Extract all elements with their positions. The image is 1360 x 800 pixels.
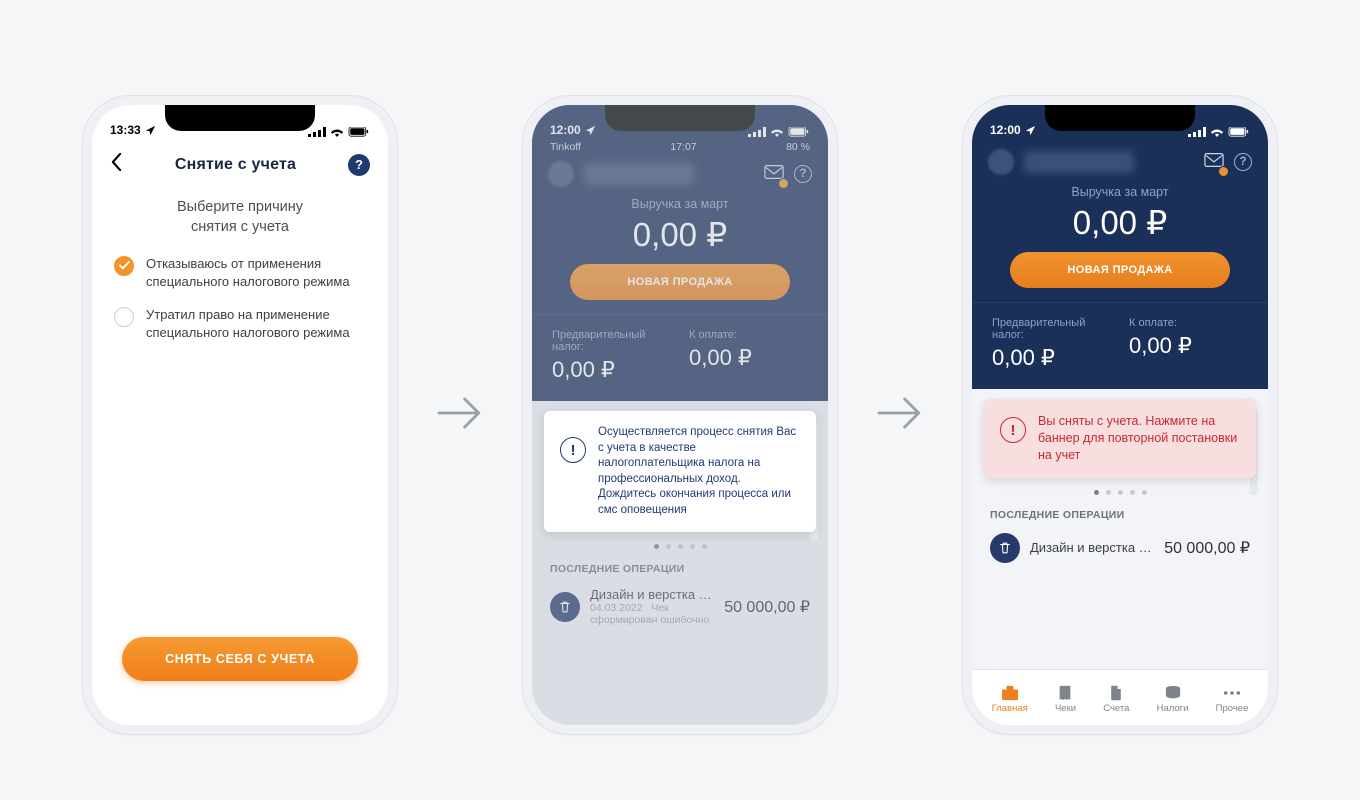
more-icon bbox=[1223, 685, 1241, 701]
battery-icon bbox=[348, 127, 370, 137]
pagination-dots[interactable] bbox=[984, 478, 1256, 503]
signal-icon bbox=[308, 127, 326, 137]
revenue-label: Выручка за март bbox=[532, 191, 828, 211]
tax-due-label: К оплате: bbox=[689, 329, 808, 341]
flow-arrow-icon bbox=[872, 385, 928, 446]
location-icon bbox=[1025, 125, 1036, 136]
recent-operations-title: ПОСЛЕДНИЕ ОПЕРАЦИИ bbox=[544, 557, 816, 583]
revenue-amount: 0,00 ₽ bbox=[972, 199, 1268, 252]
help-icon[interactable]: ? bbox=[794, 165, 812, 183]
mail-icon[interactable] bbox=[764, 164, 784, 185]
option-label: Утратил право на применение специального… bbox=[146, 306, 366, 341]
tab-receipts[interactable]: Чеки bbox=[1055, 685, 1076, 714]
signal-icon bbox=[748, 127, 766, 137]
battery-icon bbox=[788, 127, 810, 137]
tax-due-label: К оплате: bbox=[1129, 317, 1248, 329]
tax-prelim-label: Предварительный налог: bbox=[992, 317, 1111, 341]
phone-notch bbox=[165, 105, 315, 131]
banner-text: Осуществляется процесс снятия Вас с учет… bbox=[598, 425, 800, 518]
briefcase-icon bbox=[1001, 685, 1019, 701]
phone-frame-3: 12:00 bbox=[962, 95, 1278, 735]
wifi-icon bbox=[330, 127, 344, 137]
help-icon[interactable]: ? bbox=[1234, 153, 1252, 171]
operation-name: Дизайн и верстка сайт… bbox=[590, 587, 714, 602]
radio-icon bbox=[114, 256, 134, 276]
new-sale-button[interactable]: НОВАЯ ПРОДАЖА bbox=[570, 264, 790, 300]
banner-text: Вы сняты с учета. Нажмите на баннер для … bbox=[1038, 413, 1240, 464]
wifi-icon bbox=[1210, 127, 1224, 137]
submit-deregister-button[interactable]: СНЯТЬ СЕБЯ С УЧЕТА bbox=[122, 637, 358, 681]
tax-prelim-value: 0,00 ₽ bbox=[992, 345, 1111, 371]
flow-arrow-icon bbox=[432, 385, 488, 446]
revenue-label: Выручка за март bbox=[972, 179, 1268, 199]
operation-name: Дизайн и верстка сайт… bbox=[1030, 540, 1154, 555]
operation-amount: 50 000,00 ₽ bbox=[1164, 538, 1250, 558]
battery-icon bbox=[1228, 127, 1250, 137]
help-button[interactable]: ? bbox=[348, 154, 370, 176]
info-banner-processing[interactable]: ! Осуществляется процесс снятия Вас с уч… bbox=[544, 411, 816, 532]
tax-prelim-value: 0,00 ₽ bbox=[552, 357, 671, 383]
location-icon bbox=[585, 125, 596, 136]
phone-frame-2: 12:00 Tinkoff 17:07 80 % bbox=[522, 95, 838, 735]
user-name-blurred bbox=[584, 163, 694, 185]
status-time: 13:33 bbox=[110, 123, 141, 137]
tax-due-value: 0,00 ₽ bbox=[689, 345, 808, 371]
tab-taxes[interactable]: Налоги bbox=[1157, 685, 1189, 714]
status-time: 12:00 bbox=[990, 123, 1021, 137]
operation-amount: 50 000,00 ₽ bbox=[724, 597, 810, 617]
option-label: Отказываюсь от применения специального н… bbox=[146, 255, 366, 290]
status-time: 12:00 bbox=[550, 123, 581, 137]
radio-icon bbox=[114, 307, 134, 327]
carrier-bar: Tinkoff 17:07 80 % bbox=[532, 139, 828, 153]
phone-notch bbox=[1045, 105, 1195, 131]
avatar[interactable] bbox=[988, 149, 1014, 175]
coins-icon bbox=[1164, 685, 1182, 701]
trash-icon bbox=[550, 592, 580, 622]
tab-bar: Главная Чеки Счета Налоги Прочее bbox=[972, 669, 1268, 725]
alert-icon: ! bbox=[1000, 417, 1026, 443]
revenue-amount: 0,00 ₽ bbox=[532, 211, 828, 264]
page-title: Снятие с учета bbox=[175, 156, 296, 174]
avatar[interactable] bbox=[548, 161, 574, 187]
notification-badge bbox=[1218, 166, 1229, 177]
phone-frame-1: 13:33 Снятие с учета ? Выберите причину … bbox=[82, 95, 398, 735]
signal-icon bbox=[1188, 127, 1206, 137]
reason-option-1[interactable]: Отказываюсь от применения специального н… bbox=[114, 255, 366, 290]
tab-invoices[interactable]: Счета bbox=[1103, 685, 1129, 714]
info-icon: ! bbox=[560, 437, 586, 463]
operation-row[interactable]: Дизайн и верстка сайт… 04.03.2022 Чек сф… bbox=[544, 583, 816, 630]
notification-badge bbox=[778, 178, 789, 189]
phone-notch bbox=[605, 105, 755, 131]
recent-operations-title: ПОСЛЕДНИЕ ОПЕРАЦИИ bbox=[984, 503, 1256, 529]
mail-icon[interactable] bbox=[1204, 152, 1224, 173]
tax-prelim-label: Предварительный налог: bbox=[552, 329, 671, 353]
pagination-dots[interactable] bbox=[544, 532, 816, 557]
trash-icon bbox=[990, 533, 1020, 563]
page-subheading: Выберите причину снятия с учета bbox=[92, 184, 388, 255]
new-sale-button[interactable]: НОВАЯ ПРОДАЖА bbox=[1010, 252, 1230, 288]
wifi-icon bbox=[770, 127, 784, 137]
receipt-icon bbox=[1056, 685, 1074, 701]
tab-home[interactable]: Главная bbox=[992, 685, 1028, 714]
tax-due-value: 0,00 ₽ bbox=[1129, 333, 1248, 359]
tab-more[interactable]: Прочее bbox=[1216, 685, 1249, 714]
reason-option-2[interactable]: Утратил право на применение специального… bbox=[114, 306, 366, 341]
back-button[interactable] bbox=[110, 153, 123, 176]
alert-banner-deregistered[interactable]: ! Вы сняты с учета. Нажмите на баннер дл… bbox=[984, 399, 1256, 478]
operation-row[interactable]: Дизайн и верстка сайт… 50 000,00 ₽ bbox=[984, 529, 1256, 567]
document-icon bbox=[1107, 685, 1125, 701]
user-name-blurred bbox=[1024, 151, 1134, 173]
location-icon bbox=[145, 125, 156, 136]
